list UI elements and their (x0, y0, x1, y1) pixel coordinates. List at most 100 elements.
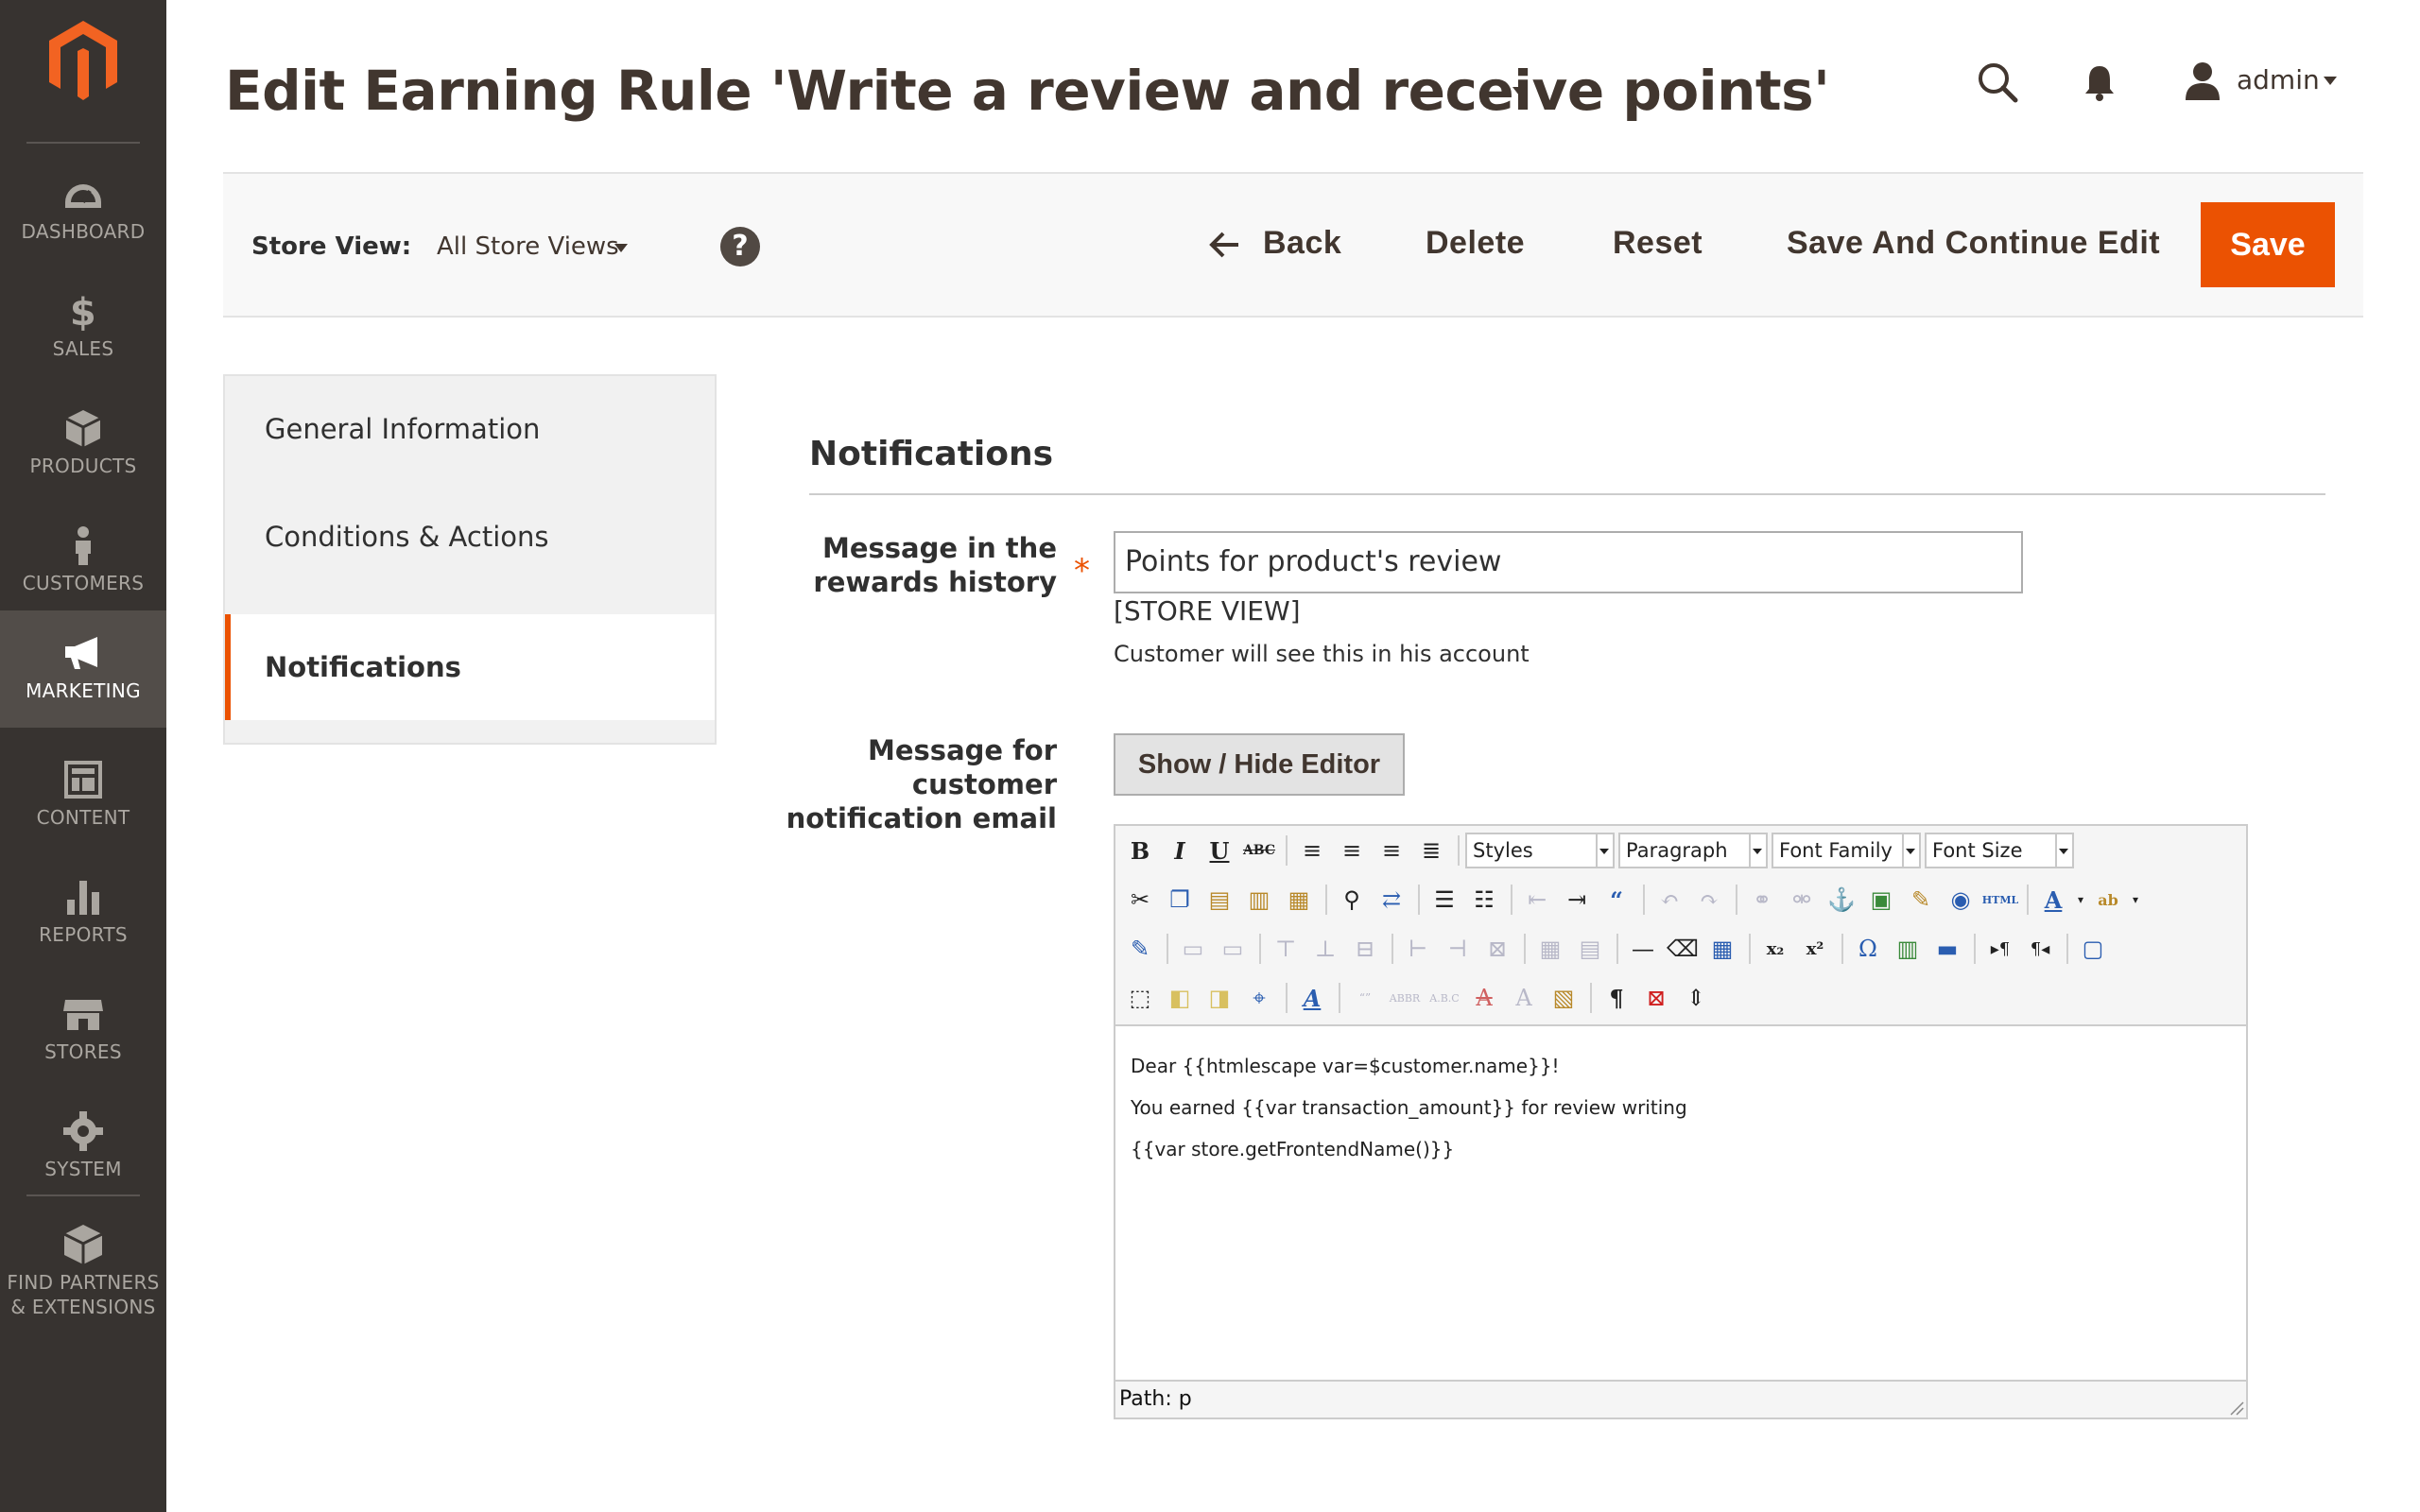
strikethrough-icon[interactable]: ABC (1240, 832, 1278, 869)
help-icon[interactable]: ? (720, 227, 760, 266)
bold-icon[interactable]: B (1121, 832, 1159, 869)
superscript-icon[interactable]: x² (1796, 930, 1834, 968)
delete-text-icon[interactable]: A (1465, 979, 1503, 1017)
tab-notifications[interactable]: Notifications (225, 614, 715, 720)
split-cells-icon[interactable]: ▦ (1531, 930, 1569, 968)
styles-select[interactable]: Styles (1465, 833, 1615, 868)
background-color-icon[interactable]: ab (2089, 881, 2127, 919)
nav-find-partners[interactable]: FIND PARTNERS & EXTENSIONS (0, 1202, 166, 1344)
absolute-position-icon[interactable]: ⌖ (1240, 979, 1278, 1017)
delete-row-icon[interactable]: ⊟ (1346, 930, 1384, 968)
font-family-select[interactable]: Font Family (1772, 833, 1921, 868)
cell-props-icon[interactable]: ▭ (1214, 930, 1252, 968)
cleanup-icon[interactable]: ✎ (1902, 881, 1940, 919)
visual-aid-icon[interactable]: ⊠ (1637, 979, 1675, 1017)
store-view-switcher[interactable]: All Store Views (437, 232, 619, 261)
image-icon[interactable]: ▣ (1862, 881, 1900, 919)
eraser-icon[interactable]: ⌫ (1664, 930, 1702, 968)
subscript-icon[interactable]: x₂ (1756, 930, 1794, 968)
align-left-icon[interactable]: ≡ (1293, 832, 1331, 869)
user-menu[interactable]: admin (2237, 64, 2320, 95)
editor-content-area[interactable]: Dear {{htmlescape var=$customer.name}}! … (1115, 1028, 2246, 1380)
back-button[interactable]: Back (1263, 225, 1341, 262)
ltr-icon[interactable]: ▸¶ (1981, 930, 2019, 968)
redo-icon[interactable]: ↷ (1690, 881, 1728, 919)
nav-marketing[interactable]: MARKETING (0, 610, 166, 728)
paste-word-icon[interactable]: ▦ (1280, 881, 1318, 919)
nav-system[interactable]: SYSTEM (0, 1089, 166, 1206)
insert-layer-icon[interactable]: ⬚ (1121, 979, 1159, 1017)
row-before-icon[interactable]: ⊤ (1267, 930, 1305, 968)
history-message-input[interactable]: Points for product's review (1114, 531, 2023, 593)
nav-reports[interactable]: REPORTS (0, 854, 166, 971)
chevron-down-icon[interactable]: ▾ (2074, 881, 2087, 919)
reset-button[interactable]: Reset (1613, 225, 1703, 262)
merge-cells-icon[interactable]: ▤ (1571, 930, 1609, 968)
rtl-icon[interactable]: ¶◂ (2021, 930, 2059, 968)
tab-conditions-actions[interactable]: Conditions & Actions (225, 484, 715, 590)
advanced-hr-icon[interactable]: ▬ (1928, 930, 1966, 968)
undo-icon[interactable]: ↶ (1651, 881, 1688, 919)
align-center-icon[interactable]: ≡ (1333, 832, 1371, 869)
bullet-list-icon[interactable]: ☰ (1426, 881, 1463, 919)
paste-icon[interactable]: ▤ (1201, 881, 1238, 919)
show-hide-editor-button[interactable]: Show / Hide Editor (1114, 733, 1405, 796)
blockquote-icon[interactable]: “ (1598, 881, 1635, 919)
nav-customers[interactable]: CUSTOMERS (0, 503, 166, 620)
insert-text-icon[interactable]: A (1505, 979, 1543, 1017)
col-before-icon[interactable]: ⊢ (1399, 930, 1437, 968)
find-icon[interactable]: ⚲ (1333, 881, 1371, 919)
horizontal-rule-icon[interactable]: — (1624, 930, 1662, 968)
help-icon[interactable]: ◉ (1942, 881, 1979, 919)
style-props-icon[interactable]: A (1293, 979, 1331, 1017)
unlink-icon[interactable]: ⚮ (1783, 881, 1821, 919)
show-blocks-icon[interactable]: ¶ (1598, 979, 1635, 1017)
link-icon[interactable]: ⚭ (1743, 881, 1781, 919)
nav-stores[interactable]: STORES (0, 971, 166, 1089)
paragraph-select[interactable]: Paragraph (1618, 833, 1768, 868)
edit-css-icon[interactable]: ✎ (1121, 930, 1159, 968)
nav-content[interactable]: CONTENT (0, 737, 166, 854)
chevron-down-icon[interactable] (2324, 77, 2337, 85)
underline-icon[interactable]: U (1201, 832, 1238, 869)
font-size-select[interactable]: Font Size (1925, 833, 2074, 868)
nav-sales[interactable]: $ SALES (0, 268, 166, 386)
italic-icon[interactable]: I (1161, 832, 1199, 869)
page-break-icon[interactable]: ⇕ (1677, 979, 1715, 1017)
delete-col-icon[interactable]: ⊠ (1478, 930, 1516, 968)
acronym-icon[interactable]: A.B.C (1426, 979, 1463, 1017)
save-button[interactable]: Save (2201, 202, 2335, 287)
arrow-left-icon[interactable] (1208, 231, 1240, 259)
row-after-icon[interactable]: ⊥ (1306, 930, 1344, 968)
fullscreen-icon[interactable]: ▢ (2074, 930, 2112, 968)
nav-dashboard[interactable]: DASHBOARD (0, 151, 166, 268)
title-dropdown-caret-icon[interactable] (1512, 87, 1526, 95)
resize-handle-icon[interactable] (2229, 1400, 2244, 1416)
col-after-icon[interactable]: ⊣ (1439, 930, 1477, 968)
row-props-icon[interactable]: ▭ (1174, 930, 1212, 968)
align-justify-icon[interactable]: ≣ (1412, 832, 1450, 869)
outdent-icon[interactable]: ⇤ (1518, 881, 1556, 919)
special-char-icon[interactable]: Ω (1849, 930, 1887, 968)
chevron-down-icon[interactable]: ▾ (2129, 881, 2142, 919)
html-source-icon[interactable]: HTML (1981, 881, 2019, 919)
nav-products[interactable]: PRODUCTS (0, 386, 166, 503)
move-backward-icon[interactable]: ◨ (1201, 979, 1238, 1017)
table-icon[interactable]: ▦ (1703, 930, 1741, 968)
align-right-icon[interactable]: ≡ (1373, 832, 1410, 869)
delete-button[interactable]: Delete (1426, 225, 1525, 262)
tab-general-information[interactable]: General Information (225, 376, 715, 482)
media-icon[interactable]: ▥ (1889, 930, 1927, 968)
bell-icon[interactable] (2083, 62, 2116, 102)
anchor-icon[interactable]: ⚓ (1823, 881, 1860, 919)
copy-icon[interactable]: ❐ (1161, 881, 1199, 919)
cite-icon[interactable]: “” (1346, 979, 1384, 1017)
abbr-icon[interactable]: ABBR (1386, 979, 1424, 1017)
chevron-down-icon[interactable] (614, 244, 628, 252)
paste-text-icon[interactable]: ▥ (1240, 881, 1278, 919)
search-icon[interactable] (1976, 60, 2019, 104)
user-icon[interactable] (2184, 60, 2221, 100)
cut-icon[interactable]: ✂ (1121, 881, 1159, 919)
replace-icon[interactable]: ⇄ (1373, 881, 1410, 919)
save-and-continue-button[interactable]: Save And Continue Edit (1787, 225, 2160, 262)
